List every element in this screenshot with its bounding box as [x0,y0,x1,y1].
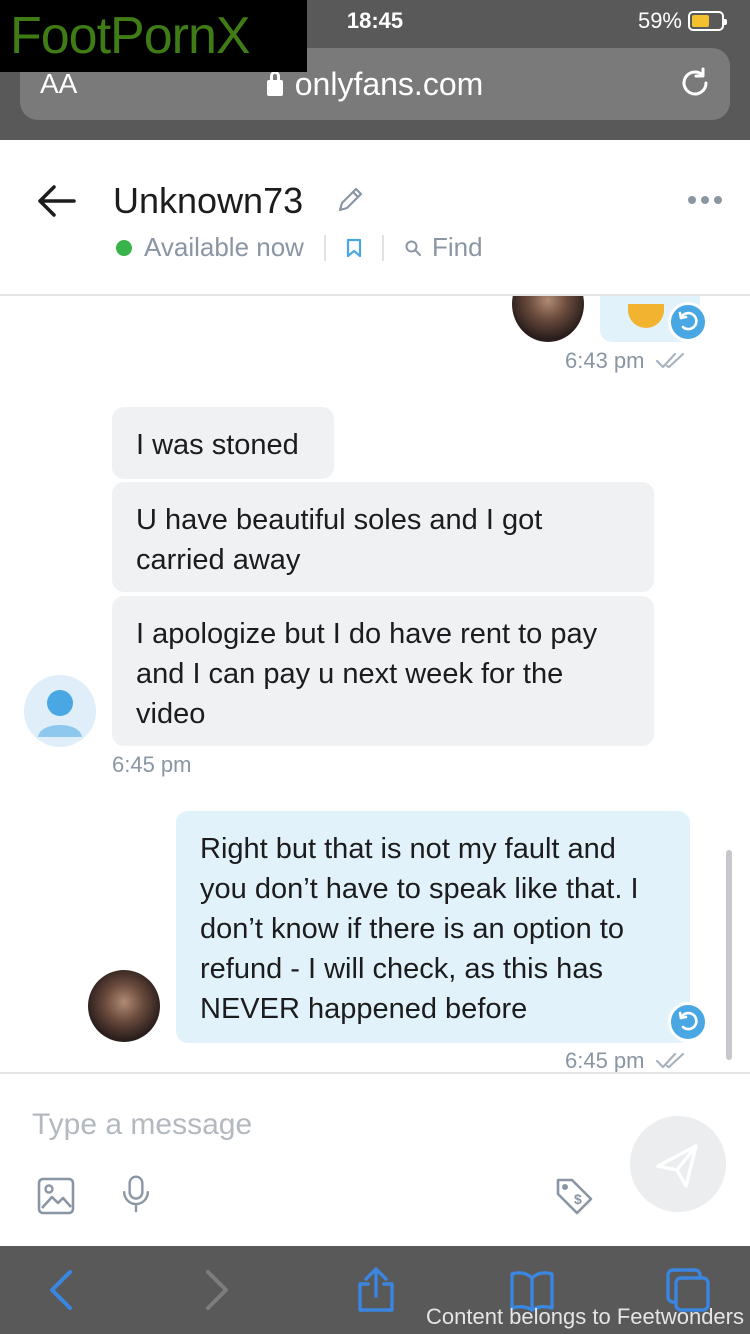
send-button[interactable] [630,1116,726,1212]
credit-watermark: Content belongs to Feetwonders [426,1304,744,1329]
back-icon[interactable] [38,1266,86,1314]
forward-icon[interactable] [192,1266,240,1314]
message-input[interactable]: Type a message [32,1108,252,1142]
message-time-text: 6:45 pm [565,1048,645,1072]
message-time: 6:45 pm [565,1048,691,1072]
contact-avatar[interactable] [24,675,96,747]
status-row: Available now Find [116,232,483,263]
message-bubble-in[interactable]: I was stoned [112,407,334,479]
message-bubble-in[interactable]: I apologize but I do have rent to pay an… [112,596,654,746]
watermark-logo: FootPornX [0,0,307,72]
image-icon[interactable] [36,1176,76,1216]
message-composer: Type a message $ [0,1072,750,1246]
read-receipt-icon [655,1052,684,1069]
battery-percent: 59% [637,8,682,33]
message-bubble-in[interactable]: U have beautiful soles and I got carried… [112,482,654,592]
undo-message-icon[interactable] [668,302,708,342]
more-options-icon[interactable] [688,196,722,204]
svg-text:$: $ [574,1191,582,1207]
lock-icon [266,71,283,96]
message-time: 6:43 pm [565,348,691,374]
share-icon[interactable] [352,1266,400,1314]
message-list[interactable]: 6:43 pm I was stoned U have beautiful so… [0,296,750,1072]
availability-status: Available now [144,232,304,262]
search-icon[interactable] [404,239,422,257]
undo-message-icon[interactable] [668,1002,708,1042]
message-bubble-out[interactable]: Right but that is not my fault and you d… [176,811,690,1043]
bookmark-icon[interactable] [346,238,362,258]
battery-indicator: 59% [637,8,727,34]
price-tag-icon[interactable]: $ [554,1176,594,1216]
reload-icon[interactable] [678,66,712,100]
message-time-text: 6:43 pm [565,348,645,373]
scrollbar[interactable] [726,850,732,1060]
back-arrow-icon[interactable] [36,184,76,218]
battery-fill [692,15,709,27]
screen: 18:45 59% AA onlyfans.com FootPornX Unkn… [0,0,750,1334]
find-button[interactable]: Find [432,232,483,263]
my-avatar[interactable] [88,970,160,1042]
edit-pencil-icon[interactable] [336,184,366,214]
url-text: onlyfans.com [294,66,484,102]
chat-header: Unknown73 Available now Find [0,140,750,296]
battery-icon [688,11,727,31]
my-avatar[interactable] [512,296,584,342]
microphone-icon[interactable] [116,1174,156,1214]
read-receipt-icon [655,352,684,369]
chat-username[interactable]: Unknown73 [113,180,303,222]
default-user-icon [38,690,82,737]
online-indicator [116,239,132,256]
browser-bottom-bar: Content belongs to Feetwonders [0,1246,750,1334]
send-icon [656,1144,698,1188]
message-time: 6:45 pm [112,752,192,777]
